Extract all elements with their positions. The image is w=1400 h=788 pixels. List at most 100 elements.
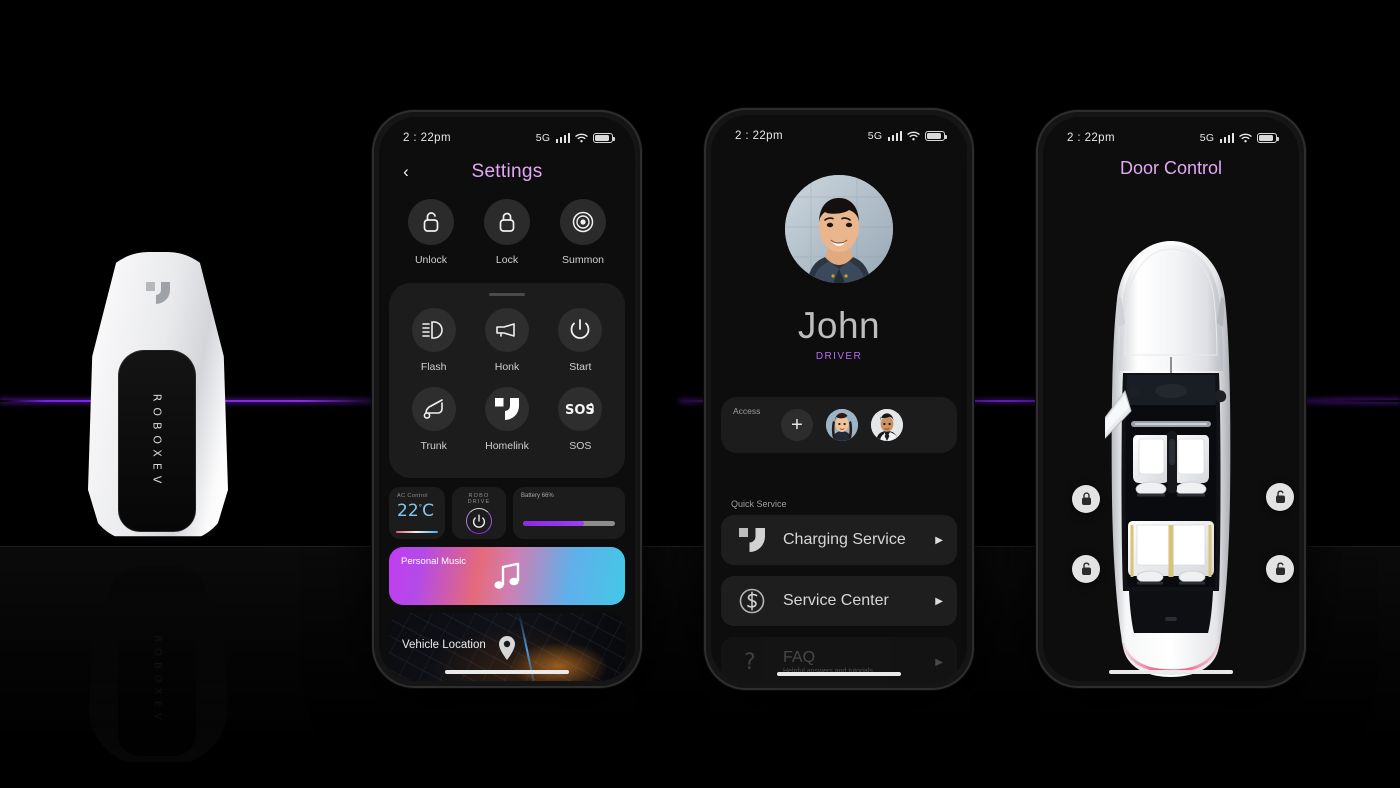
question-mark-icon: ?: [735, 649, 769, 675]
control-label: Start: [569, 361, 592, 373]
user-role-badge: DRIVER: [815, 351, 863, 362]
cellular-signal-icon: [555, 133, 570, 143]
home-indicator[interactable]: [1109, 670, 1233, 674]
battery-icon: [593, 133, 615, 143]
control-sos[interactable]: SOS SOS: [544, 387, 617, 452]
member-avatar-2[interactable]: [871, 409, 903, 441]
status-time: 2 : 22pm: [1067, 132, 1115, 144]
key-fob-screen: ROBOXEV: [118, 350, 196, 532]
lock-icon: [484, 199, 530, 245]
access-member-row: +: [781, 409, 903, 441]
quick-service-caption: Quick Service: [731, 499, 787, 509]
cellular-signal-icon: [1219, 133, 1234, 143]
phone2-status-bar: 2 : 22pm 5G: [711, 115, 967, 149]
quick-service-item-charging[interactable]: Charging Service ▶: [721, 515, 957, 565]
wifi-icon: [575, 133, 588, 143]
control-start[interactable]: Start: [544, 308, 617, 373]
lock-icon: [1081, 492, 1091, 505]
control-trunk[interactable]: Trunk: [397, 387, 470, 452]
access-card: Access +: [721, 397, 957, 453]
control-homelink[interactable]: Homelink: [470, 387, 543, 452]
door-lock-front-right[interactable]: [1266, 483, 1294, 511]
home-indicator[interactable]: [777, 672, 901, 676]
status-time: 2 : 22pm: [403, 132, 451, 144]
control-honk[interactable]: Honk: [470, 308, 543, 373]
chevron-right-icon: ▶: [935, 595, 943, 607]
quick-action-unlock[interactable]: Unlock: [408, 199, 454, 266]
power-icon: [558, 308, 603, 352]
quick-service-title: FAQ: [783, 649, 816, 666]
ac-temperature-value: 22°C: [397, 501, 435, 521]
chevron-right-icon: ▶: [935, 534, 943, 546]
quick-service-item-faq[interactable]: ? FAQ Helpful answers and tutorials ▶: [721, 637, 957, 683]
phone2-screen: 2 : 22pm 5G John DRIVER Access + Quick S…: [711, 115, 967, 683]
map-pin-icon: [497, 635, 517, 661]
ac-control-card[interactable]: AC Control 22°C: [389, 487, 445, 539]
phone3-screen: 2 : 22pm 5G Door Control: [1043, 117, 1299, 681]
cellular-signal-icon: [887, 131, 902, 141]
status-network: 5G: [867, 130, 883, 142]
car-top-view: [1105, 241, 1231, 677]
horn-icon: [484, 308, 529, 352]
control-flash[interactable]: Flash: [397, 308, 470, 373]
robo-drive-card[interactable]: ROBO DRIVE: [452, 487, 506, 539]
user-avatar: [785, 175, 893, 283]
phone1-screen: 2 : 22pm 5G ‹ Settings Unlock Lock Summo…: [379, 117, 635, 681]
status-controls-row: AC Control 22°C ROBO DRIVE Battery 66%: [389, 487, 625, 539]
trunk-open-icon: [411, 387, 456, 431]
vehicle-location-title: Vehicle Location: [402, 639, 486, 651]
control-label: Homelink: [485, 440, 529, 452]
chevron-right-icon: ▶: [935, 656, 943, 668]
summon-icon: [560, 199, 606, 245]
quick-action-lock[interactable]: Lock: [484, 199, 530, 266]
control-label: Flash: [420, 361, 447, 373]
status-network: 5G: [1199, 132, 1215, 144]
door-lock-front-left[interactable]: [1072, 485, 1100, 513]
door-lock-rear-left[interactable]: [1072, 555, 1100, 583]
quick-action-label: Lock: [495, 254, 519, 266]
avatar[interactable]: [785, 175, 893, 283]
page-title: Settings: [471, 161, 543, 182]
key-fob-brand-text: ROBOXEV: [150, 393, 164, 489]
personal-music-title: Personal Music: [401, 556, 466, 567]
status-network: 5G: [535, 132, 551, 144]
ac-temperature-slider[interactable]: [396, 530, 438, 533]
page-title: John: [797, 305, 881, 346]
phone-door-control: 2 : 22pm 5G Door Control: [1036, 110, 1306, 688]
unlock-icon: [408, 199, 454, 245]
quick-action-summon[interactable]: Summon: [560, 199, 606, 266]
door-lock-rear-right[interactable]: [1266, 555, 1294, 583]
member-avatar-1[interactable]: [826, 409, 858, 441]
personal-music-card[interactable]: Personal Music: [389, 547, 625, 605]
home-indicator[interactable]: [445, 670, 569, 674]
add-user-button[interactable]: +: [781, 409, 813, 441]
phone1-status-bar: 2 : 22pm 5G: [379, 117, 635, 151]
sos-icon: SOS: [558, 387, 603, 431]
quick-service-title: Service Center: [783, 592, 889, 609]
scene-root: ROBOXEV ROBOXEV 2 : 22pm 5G ‹ Settings U…: [0, 0, 1400, 788]
phone-settings: 2 : 22pm 5G ‹ Settings Unlock Lock Summo…: [372, 110, 642, 688]
status-time: 2 : 22pm: [735, 130, 783, 142]
battery-icon: [925, 131, 947, 141]
car-view: [1043, 197, 1299, 677]
ac-control-caption: AC Control: [397, 493, 428, 499]
battery-label: Battery 66%: [521, 493, 554, 499]
phone-profile: 2 : 22pm 5G John DRIVER Access + Quick S…: [704, 108, 974, 690]
battery-progress-track: [523, 521, 615, 526]
key-fob-reflection-text: ROBOXEV: [151, 635, 163, 727]
quick-service-title: Charging Service: [783, 531, 906, 548]
wifi-icon: [1239, 133, 1252, 143]
battery-card[interactable]: Battery 66%: [513, 487, 625, 539]
page-title: Door Control: [1119, 158, 1223, 178]
key-fob-reflection: ROBOXEV: [88, 566, 228, 766]
battery-icon: [1257, 133, 1279, 143]
power-icon[interactable]: [466, 508, 492, 534]
roboxev-logo-icon: [735, 528, 769, 552]
robo-drive-caption: ROBO DRIVE: [467, 493, 491, 505]
quick-service-item-service-center[interactable]: Service Center ▶: [721, 576, 957, 626]
quick-action-label: Summon: [561, 254, 604, 266]
vehicle-controls-grid: Flash Honk Start Trunk Homelink SOS SOS: [389, 306, 625, 452]
key-fob-reflection-screen: ROBOXEV: [118, 606, 196, 756]
battery-progress-fill: [523, 521, 584, 526]
drag-handle[interactable]: [489, 293, 525, 296]
